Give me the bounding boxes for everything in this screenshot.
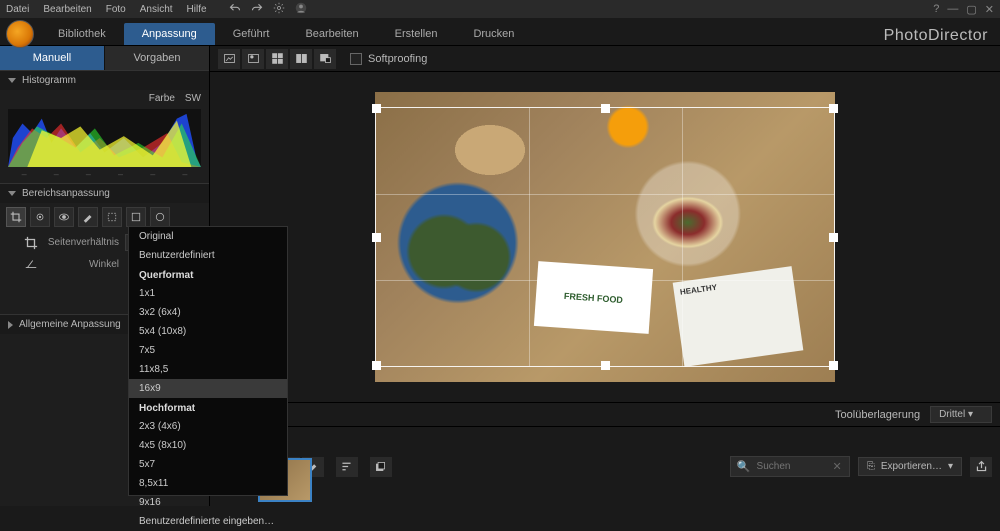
undo-icon[interactable] [229,2,241,17]
overlay-label: Toolüberlagerung [835,409,920,421]
section-histogram[interactable]: Histogramm [0,70,209,90]
dd-ratio-3x2[interactable]: 3x2 (6x4) [129,303,287,322]
view-compare[interactable] [242,49,264,69]
crop-icon [24,236,38,250]
export-button[interactable]: ⎘ Exportieren… ▾ [858,457,962,476]
dd-ratio-16x9[interactable]: 16x9 [129,379,287,398]
histogram-graph [8,109,201,167]
app-logo [6,20,34,48]
share-button[interactable] [970,457,992,477]
photo-paper-text: HEALTHY [673,266,804,367]
angle-icon [24,257,38,271]
dd-portrait-header: Hochformat [129,398,287,417]
tool-spot[interactable] [30,207,50,227]
menu-edit[interactable]: Bearbeiten [43,4,91,15]
menu-view[interactable]: Ansicht [140,4,173,15]
tool-radial[interactable] [150,207,170,227]
dd-ratio-11x85[interactable]: 11x8,5 [129,360,287,379]
photo: FRESH FOOD HEALTHY [375,92,835,382]
overlay-select[interactable]: Drittel ▾ [930,406,992,423]
search-input[interactable] [757,461,827,472]
main-menu: Datei Bearbeiten Foto Ansicht Hilfe [6,4,207,15]
dd-custom-enter[interactable]: Benutzerdefinierte eingeben… [129,512,287,531]
histo-mode-bw[interactable]: SW [185,93,201,104]
histo-mode-color[interactable]: Farbe [149,93,175,104]
menu-photo[interactable]: Foto [106,4,126,15]
tool-gradient[interactable] [126,207,146,227]
avatar-icon[interactable] [295,2,307,17]
dd-ratio-7x5[interactable]: 7x5 [129,341,287,360]
view-grid[interactable] [266,49,288,69]
dd-ratio-1x1[interactable]: 1x1 [129,284,287,303]
section-region[interactable]: Bereichsanpassung [0,183,209,203]
close-icon[interactable]: ✕ [985,3,994,16]
tool-redeye[interactable] [54,207,74,227]
softproof-checkbox[interactable] [350,53,362,65]
subtab-manual[interactable]: Manuell [0,46,104,70]
search-box[interactable]: 🔍 ✕ [730,456,850,477]
maximize-icon[interactable]: ▢ [966,3,976,16]
view-split[interactable] [290,49,312,69]
settings-icon[interactable] [273,2,285,17]
tool-crop[interactable] [6,207,26,227]
histogram-ticks: –––––– [0,169,209,183]
redo-icon[interactable] [251,2,263,17]
menu-file[interactable]: Datei [6,4,29,15]
export-icon: ⎘ [867,461,875,472]
menu-help[interactable]: Hilfe [187,4,207,15]
chevron-right-icon [8,321,13,329]
stack-button[interactable] [370,457,392,477]
module-guided[interactable]: Geführt [215,23,288,45]
tool-selection[interactable] [102,207,122,227]
dd-ratio-9x16[interactable]: 9x16 [129,493,287,512]
view-secondary[interactable] [314,49,336,69]
dd-ratio-5x4[interactable]: 5x4 (10x8) [129,322,287,341]
aspect-ratio-dropdown: Original Benutzerdefiniert Querformat 1x… [128,226,288,496]
dd-original[interactable]: Original [129,227,287,246]
chevron-down-icon: ▾ [948,461,953,472]
module-print[interactable]: Drucken [455,23,532,45]
dd-ratio-5x7[interactable]: 5x7 [129,455,287,474]
angle-label: Winkel [44,259,119,270]
module-create[interactable]: Erstellen [377,23,456,45]
softproof-label: Softproofing [368,53,427,65]
dd-ratio-2x3[interactable]: 2x3 (4x6) [129,417,287,436]
ratio-label: Seitenverhältnis [44,237,119,248]
dd-custom[interactable]: Benutzerdefiniert [129,246,287,265]
search-icon: 🔍 [737,460,751,473]
chevron-down-icon [8,78,16,83]
dd-ratio-85x11[interactable]: 8,5x11 [129,474,287,493]
chevron-down-icon [8,191,16,196]
minimize-icon[interactable]: — [947,3,958,16]
photo-card-text: FRESH FOOD [534,261,653,334]
dd-ratio-4x5[interactable]: 4x5 (8x10) [129,436,287,455]
help-icon[interactable]: ? [933,3,939,16]
tool-brush[interactable] [78,207,98,227]
module-library[interactable]: Bibliothek [40,23,124,45]
view-single[interactable] [218,49,240,69]
sort-button[interactable] [336,457,358,477]
module-edit[interactable]: Bearbeiten [287,23,376,45]
module-adjustment[interactable]: Anpassung [124,23,215,45]
canvas-viewport[interactable]: FRESH FOOD HEALTHY [210,72,1000,402]
subtab-presets[interactable]: Vorgaben [104,46,209,70]
brand-label: PhotoDirector [884,27,1000,45]
search-clear-icon[interactable]: ✕ [833,460,842,473]
dd-landscape-header: Querformat [129,265,287,284]
